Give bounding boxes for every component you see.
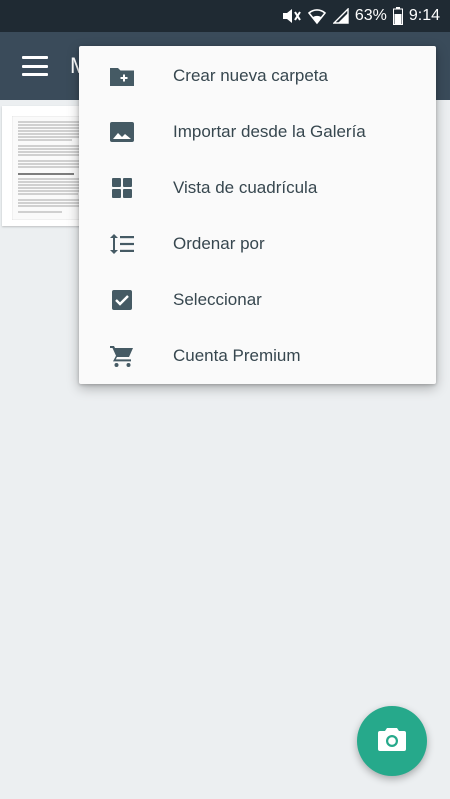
menu-item-premium[interactable]: Cuenta Premium (79, 328, 436, 384)
menu-item-label: Importar desde la Galería (173, 122, 366, 141)
menu-item-label: Crear nueva carpeta (173, 66, 328, 85)
overflow-menu: Crear nueva carpeta Importar desde la Ga… (79, 46, 436, 384)
status-bar: 63% 9:14 (0, 0, 450, 32)
menu-item-grid-view[interactable]: Vista de cuadrícula (79, 160, 436, 216)
create-folder-icon (109, 63, 135, 89)
camera-icon (377, 726, 407, 757)
checkbox-icon (109, 287, 135, 313)
cart-icon (109, 343, 135, 369)
wifi-icon (307, 7, 327, 25)
menu-item-label: Ordenar por (173, 234, 265, 253)
menu-item-create-folder[interactable]: Crear nueva carpeta (79, 48, 436, 104)
menu-item-import-gallery[interactable]: Importar desde la Galería (79, 104, 436, 160)
menu-item-label: Vista de cuadrícula (173, 178, 318, 197)
sort-icon (109, 231, 135, 257)
mute-icon (281, 7, 301, 25)
clock: 9:14 (408, 7, 440, 24)
menu-item-label: Seleccionar (173, 290, 262, 309)
menu-item-label: Cuenta Premium (173, 346, 301, 365)
hamburger-icon[interactable] (22, 56, 48, 76)
menu-item-select[interactable]: Seleccionar (79, 272, 436, 328)
camera-button[interactable] (357, 706, 427, 776)
battery-percent: 63% (354, 7, 387, 24)
battery-icon (392, 7, 403, 25)
grid-view-icon (109, 175, 135, 201)
signal-icon (332, 8, 349, 24)
image-icon (109, 119, 135, 145)
menu-item-sort-by[interactable]: Ordenar por (79, 216, 436, 272)
